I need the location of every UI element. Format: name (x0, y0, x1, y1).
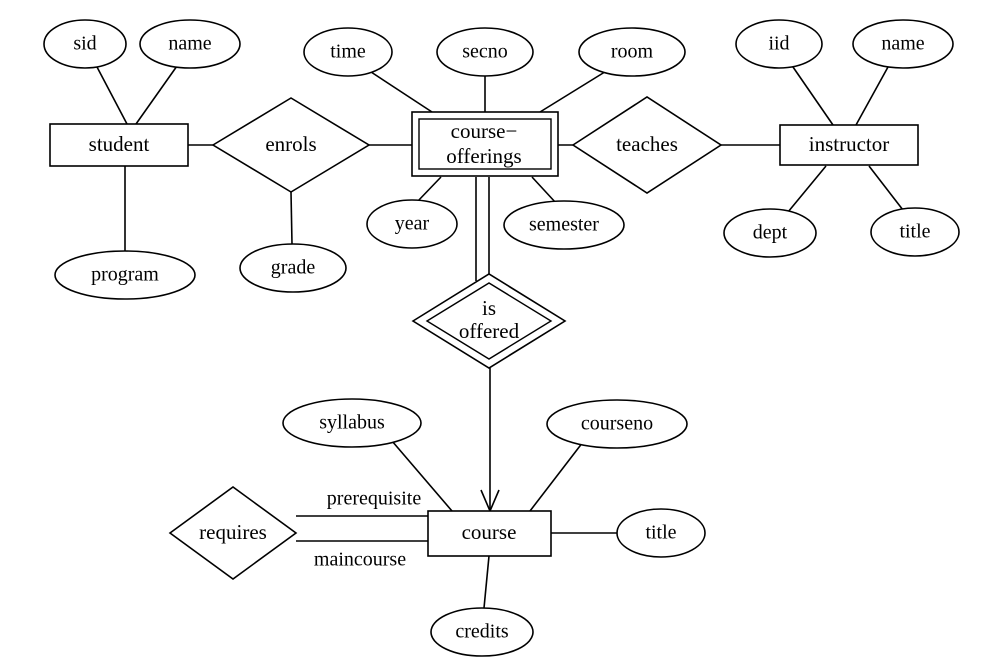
relationship-teaches[interactable]: teaches (571, 96, 723, 194)
attribute-semester[interactable]: semester (503, 200, 625, 250)
attribute-student-name-label: name (168, 33, 211, 55)
attribute-program-label: program (91, 264, 159, 286)
attribute-credits-label: credits (455, 621, 509, 643)
entity-instructor[interactable]: instructor (779, 124, 919, 166)
attribute-dept-label: dept (753, 222, 788, 244)
entity-student-label: student (89, 132, 150, 156)
attribute-grade[interactable]: grade (239, 243, 347, 293)
edge-sid-student (96, 66, 128, 125)
attribute-secno-label: secno (462, 41, 508, 63)
attribute-dept[interactable]: dept (723, 208, 817, 258)
entity-course-offerings-label-line2: offerings (446, 144, 521, 168)
attribute-instructor-title-label: title (899, 221, 930, 243)
edge-time-course-offerings (367, 69, 433, 113)
entity-course[interactable]: course (427, 510, 552, 557)
attribute-sid-label: sid (73, 33, 96, 55)
edge-instructor-dept (787, 165, 827, 213)
edge-instructor-name-instructor (855, 66, 889, 126)
entity-course-label: course (462, 520, 517, 544)
attribute-year[interactable]: year (366, 199, 458, 249)
relationship-is-offered[interactable]: is offered (411, 273, 567, 369)
attribute-instructor-name[interactable]: name (852, 19, 954, 69)
attribute-instructor-title[interactable]: title (870, 207, 960, 257)
relationship-requires-label: requires (199, 520, 267, 544)
relationship-teaches-label: teaches (616, 132, 678, 156)
relationship-enrols[interactable]: enrols (211, 97, 371, 193)
edge-label-prerequisite: prerequisite (327, 488, 422, 510)
attribute-sid[interactable]: sid (43, 19, 127, 69)
attribute-credits[interactable]: credits (430, 607, 534, 657)
attribute-syllabus-label: syllabus (319, 412, 385, 434)
entity-student[interactable]: student (49, 123, 189, 167)
attribute-semester-label: semester (529, 214, 599, 236)
attribute-time[interactable]: time (303, 27, 393, 77)
edge-course-offerings-year (416, 176, 442, 203)
edge-course-offerings-semester (531, 176, 557, 204)
relationship-is-offered-label-line2: offered (459, 319, 520, 343)
attribute-room-label: room (611, 41, 654, 63)
edge-name-student (135, 65, 178, 125)
attribute-course-title-label: title (645, 522, 676, 544)
attribute-room[interactable]: room (578, 27, 686, 77)
attribute-courseno[interactable]: courseno (546, 399, 688, 449)
attribute-iid-label: iid (768, 33, 789, 55)
attribute-course-title[interactable]: title (616, 508, 706, 558)
edge-courseno-course (529, 441, 584, 512)
entity-instructor-label: instructor (809, 132, 889, 156)
attribute-program[interactable]: program (54, 250, 196, 300)
attribute-instructor-name-label: name (881, 33, 924, 55)
relationship-is-offered-label-line1: is (482, 296, 496, 320)
attribute-secno[interactable]: secno (436, 27, 534, 77)
edge-label-maincourse: maincourse (314, 549, 406, 571)
edge-iid-instructor (792, 66, 834, 126)
entity-course-offerings[interactable]: course− offerings (411, 111, 559, 177)
edge-instructor-title (868, 165, 904, 211)
attribute-iid[interactable]: iid (735, 19, 823, 69)
edge-enrols-grade (290, 191, 293, 245)
edge-course-credits (483, 555, 490, 609)
er-diagram-canvas: student course− offerings instructor cou… (0, 0, 984, 667)
relationship-enrols-label: enrols (265, 132, 316, 156)
attribute-student-name[interactable]: name (139, 19, 241, 69)
entity-course-offerings-label-line1: course− (451, 119, 518, 143)
attribute-grade-label: grade (271, 257, 316, 279)
relationship-requires[interactable]: requires (168, 486, 298, 580)
attribute-syllabus[interactable]: syllabus (282, 398, 422, 448)
attribute-courseno-label: courseno (581, 413, 653, 435)
attribute-year-label: year (395, 213, 430, 235)
edge-room-course-offerings (539, 69, 609, 113)
attribute-time-label: time (330, 41, 366, 63)
er-diagram-svg: student course− offerings instructor cou… (43, 19, 960, 657)
